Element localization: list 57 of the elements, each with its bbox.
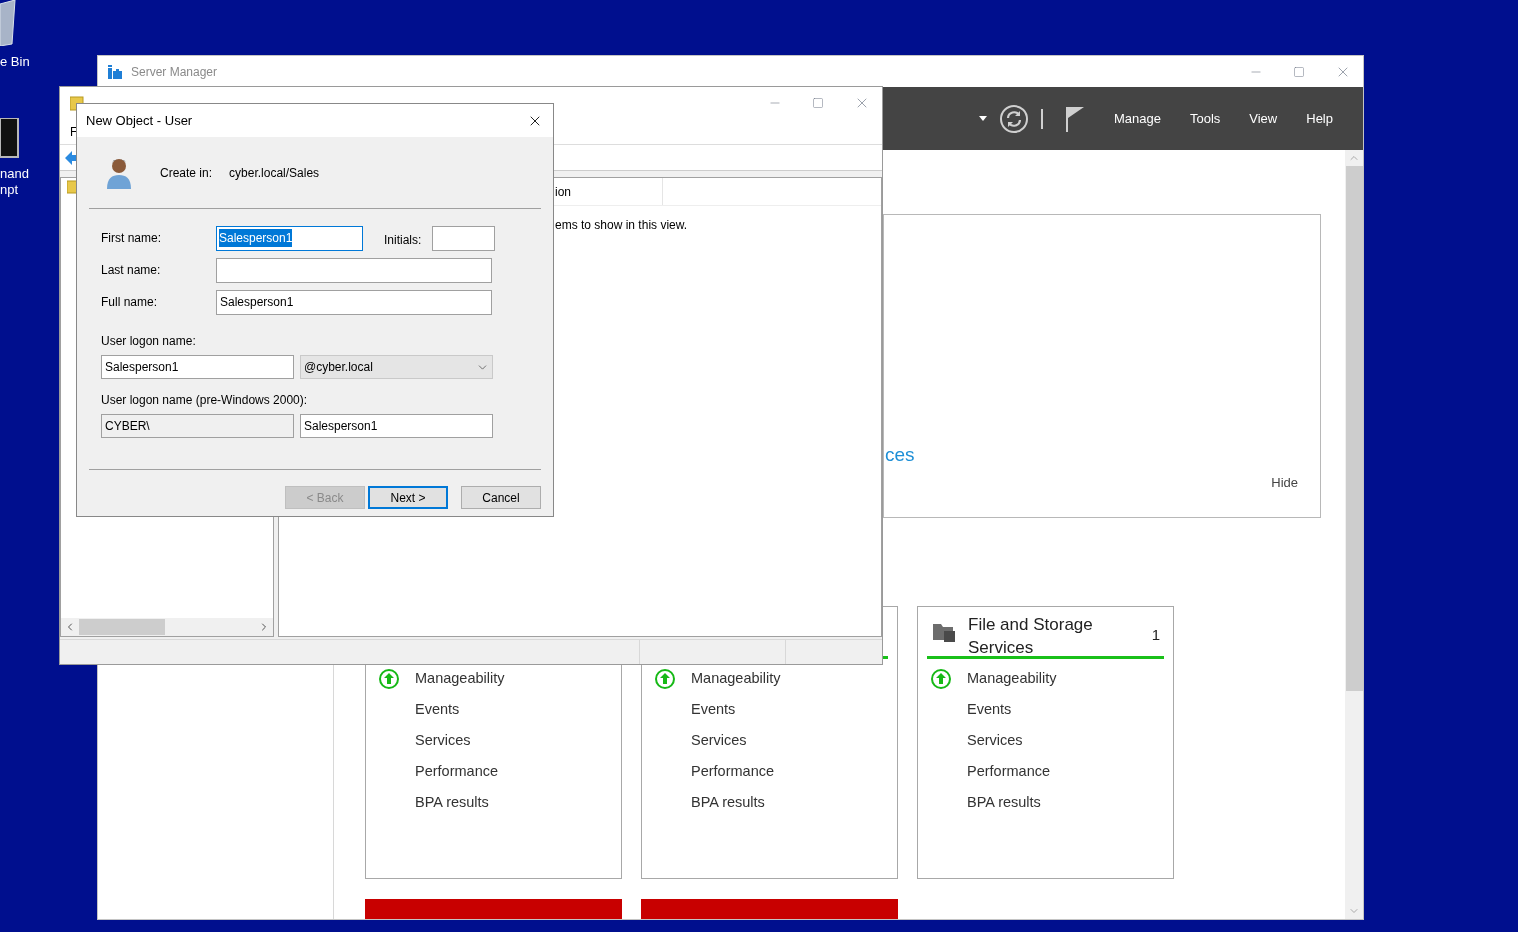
column-header[interactable]: ion (555, 182, 662, 201)
health-item[interactable]: Manageability (415, 667, 505, 690)
health-item[interactable]: Performance (691, 760, 774, 783)
empty-message: ems to show in this view. (555, 217, 689, 234)
menu-item[interactable]: Tools (1189, 108, 1221, 129)
desktop-icon-label[interactable]: nand npt (0, 166, 29, 198)
field-label: Initials: (384, 231, 422, 249)
menu-item[interactable]: Help (1306, 108, 1333, 129)
field-label: User logon name (pre-Windows 2000): (101, 392, 309, 409)
health-item[interactable]: Performance (967, 760, 1050, 783)
refresh-icon[interactable] (998, 103, 1029, 134)
folder-icon (932, 621, 956, 643)
create-in-value: cyber.local/Sales (229, 164, 320, 182)
health-item[interactable]: Events (691, 698, 736, 721)
field-label: User logon name: (101, 333, 197, 350)
health-item[interactable]: BPA results (967, 791, 1041, 814)
health-item[interactable]: Performance (415, 760, 498, 783)
flag-icon[interactable] (1064, 105, 1085, 132)
health-item[interactable]: Manageability (691, 667, 781, 690)
link[interactable]: ces (885, 444, 1320, 466)
dialog-button[interactable]: Next > (368, 486, 448, 509)
logon-name-field[interactable]: Salesperson1 (300, 414, 493, 438)
initials-field[interactable] (432, 225, 496, 251)
health-item[interactable]: Services (415, 729, 471, 752)
menu-item[interactable]: Manage (1113, 108, 1161, 129)
console-icon[interactable] (0, 118, 19, 158)
field-label: First name: (101, 230, 162, 247)
desktop-icon-label[interactable]: e Bin (0, 54, 30, 70)
maximize-icon[interactable] (812, 97, 824, 109)
health-item[interactable]: BPA results (415, 791, 489, 814)
create-in-label: Create in: (160, 164, 213, 182)
health-item[interactable]: Services (691, 729, 747, 752)
first-name-field[interactable]: Salesperson1 (216, 225, 363, 251)
tile-title[interactable]: File and Storage Services (968, 613, 1128, 659)
hide-link[interactable]: Hide (1271, 473, 1298, 493)
dialog-button[interactable]: Cancel (461, 486, 541, 509)
health-item[interactable]: Services (967, 729, 1023, 752)
field-label: Last name: (101, 262, 162, 279)
health-item[interactable]: Events (967, 698, 1012, 721)
last-name-field[interactable] (216, 257, 492, 283)
full-name-field[interactable]: Salesperson1 (216, 289, 492, 315)
caret-icon[interactable] (978, 115, 987, 122)
scrollbar-thumb[interactable] (79, 619, 165, 635)
menu-item[interactable]: View (1249, 108, 1278, 129)
health-item[interactable]: Manageability (967, 667, 1057, 690)
logon-name-field[interactable]: Salesperson1 (101, 355, 294, 379)
field-label: Full name: (101, 294, 159, 311)
health-item[interactable]: BPA results (691, 791, 765, 814)
health-item[interactable]: Events (415, 698, 460, 721)
scrollbar-thumb[interactable] (1345, 166, 1363, 691)
recycle-bin-icon[interactable] (0, 0, 16, 46)
domain-dropdown[interactable]: @cyber.local (300, 355, 493, 379)
server-manager-icon (107, 63, 123, 80)
maximize-icon[interactable] (1293, 65, 1305, 78)
dialog-title: New Object - User (86, 111, 193, 130)
tile-count: 1 (1151, 625, 1160, 645)
window-title: Server Manager (131, 63, 218, 81)
